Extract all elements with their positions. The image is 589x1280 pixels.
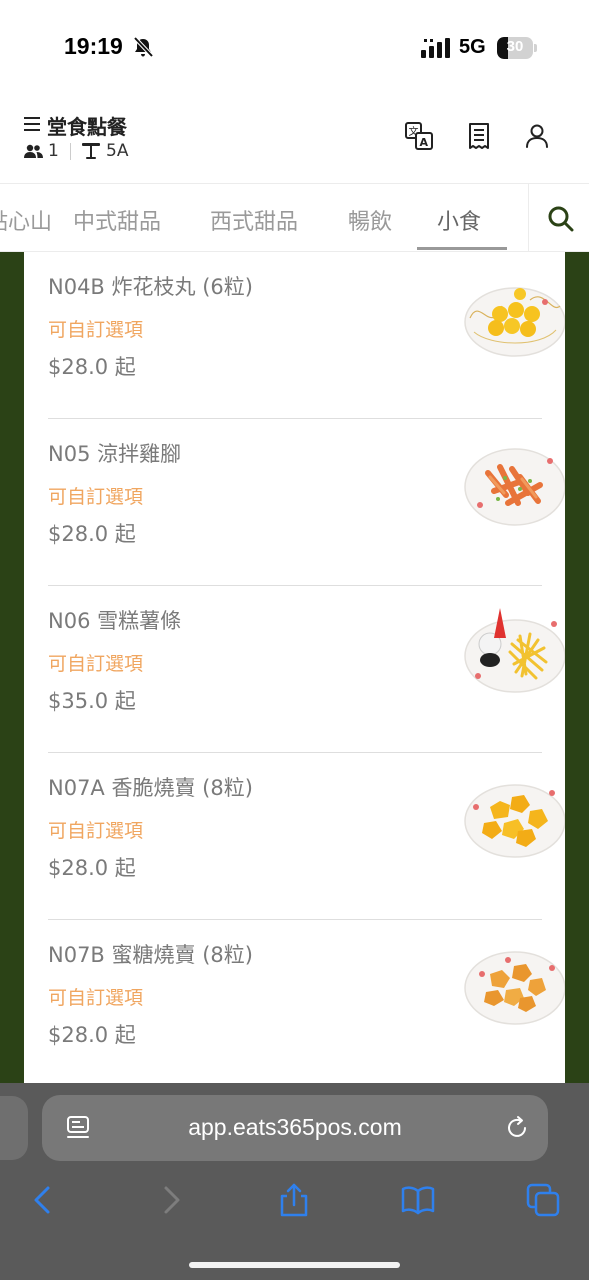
battery-percent: 30 [506, 38, 524, 55]
status-time: 19:19 [64, 33, 123, 59]
svg-text:A: A [420, 136, 429, 149]
previous-tab-preview[interactable] [0, 1096, 28, 1160]
item-option-label: 可自訂選項 [48, 820, 144, 842]
search-button[interactable] [528, 184, 589, 251]
search-icon [548, 206, 574, 232]
share-icon[interactable] [277, 1183, 311, 1217]
receipt-icon[interactable] [464, 121, 494, 151]
tabs-icon[interactable] [526, 1183, 560, 1217]
item-option-label: 可自訂選項 [48, 987, 144, 1009]
user-icon[interactable] [522, 121, 552, 151]
bookmarks-icon[interactable] [401, 1183, 435, 1217]
translate-icon[interactable]: 文 A [404, 121, 434, 151]
item-price: $28.0 起 [48, 355, 136, 379]
tab-category[interactable]: 點心山 [0, 204, 52, 236]
people-count: 1 [48, 141, 59, 161]
item-name: N05 涼拌雞腳 [48, 442, 182, 466]
back-icon[interactable] [26, 1183, 60, 1217]
table-icon [82, 143, 100, 159]
item-name: N04B 炸花枝丸 (6粒) [48, 275, 253, 299]
cellular-signal-icon [421, 38, 450, 58]
item-image [464, 784, 565, 858]
people-icon [24, 144, 43, 158]
item-price: $28.0 起 [48, 1023, 136, 1047]
battery-indicator: 30 [497, 37, 537, 59]
item-image [464, 608, 565, 693]
app-header: 堂食點餐 1 5A 文 A [0, 96, 589, 184]
status-bar: 19:19 5G 30 [0, 0, 589, 96]
item-option-label: 可自訂選項 [48, 653, 144, 675]
menu-list: N04B 炸花枝丸 (6粒) 可自訂選項 $28.0 起 N05 涼拌雞腳 可自… [24, 252, 565, 1087]
table-number: 5A [106, 141, 129, 161]
forward-icon[interactable] [154, 1183, 188, 1217]
item-price: $35.0 起 [48, 689, 136, 713]
tab-category-active[interactable]: 小食 [437, 204, 481, 236]
reload-icon[interactable] [504, 1115, 530, 1141]
item-image [464, 287, 565, 357]
page-title[interactable]: 堂食點餐 [47, 111, 127, 140]
url-text: app.eats365pos.com [188, 1114, 402, 1140]
menu-item[interactable]: N06 雪糕薯條 可自訂選項 $35.0 起 [48, 586, 565, 753]
browser-toolbar: app.eats365pos.com [0, 1083, 589, 1280]
bell-muted-icon [133, 36, 154, 58]
header-divider [70, 143, 71, 160]
item-price: $28.0 起 [48, 856, 136, 880]
home-indicator [189, 1262, 400, 1268]
active-tab-indicator [417, 247, 507, 250]
tab-category[interactable]: 暢飲 [348, 204, 392, 236]
item-option-label: 可自訂選項 [48, 319, 144, 341]
menu-item[interactable]: N07B 蜜糖燒賣 (8粒) 可自訂選項 $28.0 起 [48, 920, 565, 1087]
item-image [464, 951, 565, 1025]
item-name: N07A 香脆燒賣 (8粒) [48, 776, 253, 800]
address-bar[interactable]: app.eats365pos.com [42, 1095, 548, 1161]
item-image [464, 448, 565, 526]
category-tabs: 點心山 中式甜品 西式甜品 暢飲 小食 [0, 184, 589, 252]
item-name: N06 雪糕薯條 [48, 609, 182, 633]
item-name: N07B 蜜糖燒賣 (8粒) [48, 943, 253, 967]
menu-item[interactable]: N04B 炸花枝丸 (6粒) 可自訂選項 $28.0 起 [48, 252, 565, 419]
tab-category[interactable]: 中式甜品 [73, 204, 161, 236]
hamburger-menu-icon[interactable] [24, 117, 40, 131]
tab-category[interactable]: 西式甜品 [210, 204, 298, 236]
item-option-label: 可自訂選項 [48, 486, 144, 508]
menu-item[interactable]: N07A 香脆燒賣 (8粒) 可自訂選項 $28.0 起 [48, 753, 565, 920]
network-type: 5G [459, 36, 486, 58]
item-price: $28.0 起 [48, 522, 136, 546]
menu-item[interactable]: N05 涼拌雞腳 可自訂選項 $28.0 起 [48, 419, 565, 586]
